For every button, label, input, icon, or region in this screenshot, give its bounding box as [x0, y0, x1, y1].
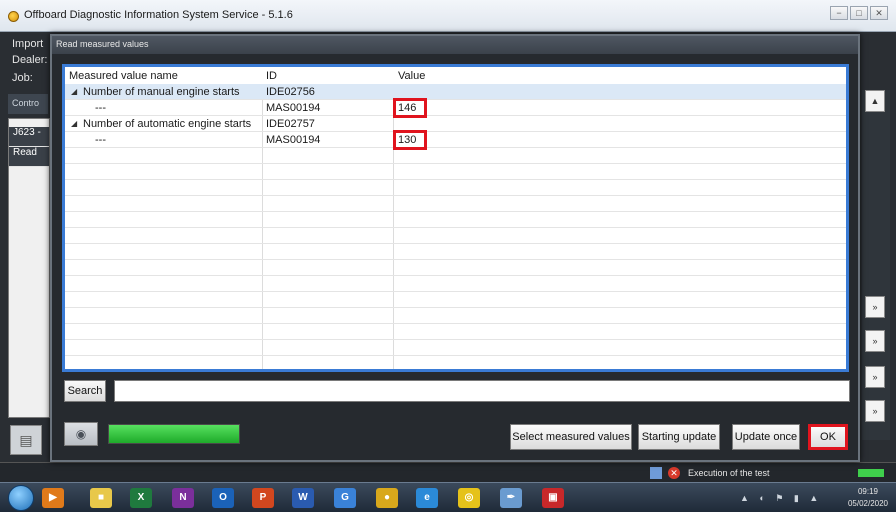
measured-value-name: Number of automatic engine starts	[83, 118, 252, 130]
measured-value-id: IDE02757	[266, 118, 315, 130]
empty-table-row	[65, 308, 846, 324]
table-header: Measured value name ID Value	[65, 67, 846, 84]
error-icon: ✕	[668, 467, 680, 479]
network-app-icon[interactable]: ▣	[542, 488, 564, 508]
dealer-label: Dealer:	[12, 54, 48, 66]
collapse-icon-2[interactable]: »	[865, 330, 885, 352]
start-button[interactable]	[8, 485, 34, 511]
dialog-title-bar: Read measured values	[52, 36, 858, 54]
system-tray[interactable]: ▲ ◐ ⚑ ▮ ▲	[740, 493, 822, 504]
minimize-button[interactable]: −	[830, 6, 848, 20]
close-button[interactable]: ✕	[870, 6, 888, 20]
chrome-icon[interactable]: ●	[376, 488, 398, 508]
empty-table-row	[65, 180, 846, 196]
windows-taskbar: ▶ ■ X N O P W G ● e ◎ ✒ ▣ ▲ ◐ ⚑ ▮ ▲ 09:19 05/02/2020	[0, 482, 896, 512]
connection-status-indicator	[858, 469, 884, 477]
collapse-icon-1[interactable]: »	[865, 296, 885, 318]
dialog-title: Read measured values	[56, 39, 149, 49]
window-title-bar: Offboard Diagnostic Information System S…	[0, 0, 896, 32]
column-header-value[interactable]: Value	[398, 70, 425, 82]
collapse-icon-3[interactable]: »	[865, 366, 885, 388]
table-row[interactable]: --- MAS00194 130	[65, 130, 846, 150]
measured-value-id: IDE02756	[266, 86, 315, 98]
empty-table-row	[65, 164, 846, 180]
document-icon[interactable]: ▤	[10, 425, 42, 455]
expand-caret-icon[interactable]: ◢	[71, 119, 77, 128]
empty-table-row	[65, 340, 846, 356]
expand-caret-icon[interactable]: ◢	[71, 87, 77, 96]
internet-explorer-icon[interactable]: e	[416, 488, 438, 508]
measured-value-name: Number of manual engine starts	[83, 86, 240, 98]
empty-table-row	[65, 148, 846, 164]
status-bar: ✕ Execution of the test	[0, 462, 896, 482]
word-icon[interactable]: W	[292, 488, 314, 508]
measured-value-highlighted: 130	[393, 130, 427, 150]
powerpoint-icon[interactable]: P	[252, 488, 274, 508]
import-label: Import	[12, 38, 44, 50]
clock-time: 09:19	[857, 487, 879, 496]
column-header-name[interactable]: Measured value name	[69, 70, 178, 82]
search-button[interactable]: Search	[64, 380, 106, 402]
progress-bar	[108, 424, 240, 444]
measured-value-id: MAS00194	[266, 102, 321, 114]
empty-table-row	[65, 212, 846, 228]
excel-icon[interactable]: X	[130, 488, 152, 508]
empty-table-row	[65, 292, 846, 308]
paint-icon[interactable]: ✒	[500, 488, 522, 508]
empty-table-row	[65, 196, 846, 212]
file-explorer-icon[interactable]: ■	[90, 488, 112, 508]
empty-table-row	[65, 260, 846, 276]
scroll-up-icon[interactable]: ▲	[865, 90, 885, 112]
measured-value-highlighted: 146	[393, 98, 427, 118]
job-label: Job:	[12, 72, 33, 84]
maximize-button[interactable]: □	[850, 6, 868, 20]
table-row-group[interactable]: ◢ Number of automatic engine starts IDE0…	[65, 116, 846, 132]
update-once-button[interactable]: Update once	[732, 424, 800, 450]
execution-status-text: Execution of the test	[688, 468, 770, 478]
collapse-icon-4[interactable]: »	[865, 400, 885, 422]
outlook-icon[interactable]: O	[212, 488, 234, 508]
window-controls: − □ ✕	[830, 6, 888, 20]
odis-icon[interactable]: ◎	[458, 488, 480, 508]
clock-date: 05/02/2020	[847, 499, 889, 508]
column-header-id[interactable]: ID	[266, 70, 277, 82]
panel-row-read[interactable]: Read	[9, 147, 49, 167]
read-measured-values-dialog: Read measured values Measured value name…	[50, 34, 860, 462]
background-side-panel: J623 - Read	[8, 118, 50, 418]
media-player-icon[interactable]: ▶	[42, 488, 64, 508]
background-right-column: ▲ » » » »	[862, 90, 890, 440]
starting-update-button[interactable]: Starting update	[638, 424, 720, 450]
taskbar-clock[interactable]: 09:19 05/02/2020	[846, 486, 890, 510]
test-status-icon	[650, 467, 662, 479]
panel-row-control-unit[interactable]: J623 -	[9, 127, 49, 147]
ok-button[interactable]: OK	[808, 424, 848, 450]
empty-table-row	[65, 228, 846, 244]
control-unit-tab[interactable]: Contro	[8, 94, 48, 114]
window-title: Offboard Diagnostic Information System S…	[24, 9, 293, 21]
measured-value-id: MAS00194	[266, 134, 321, 146]
measured-value-name: ---	[95, 102, 106, 114]
onenote-icon[interactable]: N	[172, 488, 194, 508]
empty-table-row	[65, 244, 846, 260]
empty-table-row	[65, 324, 846, 340]
table-row[interactable]: --- MAS00194 146	[65, 98, 846, 118]
measured-values-table[interactable]: Measured value name ID Value ◢ Number of…	[62, 64, 849, 372]
progress-fill	[109, 425, 239, 443]
select-measured-values-button[interactable]: Select measured values	[510, 424, 632, 450]
odis-app-icon	[8, 11, 19, 22]
table-row-group[interactable]: ◢ Number of manual engine starts IDE0275…	[65, 84, 846, 100]
camera-icon[interactable]: ◉	[64, 422, 98, 446]
google-icon[interactable]: G	[334, 488, 356, 508]
search-input[interactable]	[114, 380, 850, 402]
measured-value-name: ---	[95, 134, 106, 146]
empty-table-row	[65, 276, 846, 292]
